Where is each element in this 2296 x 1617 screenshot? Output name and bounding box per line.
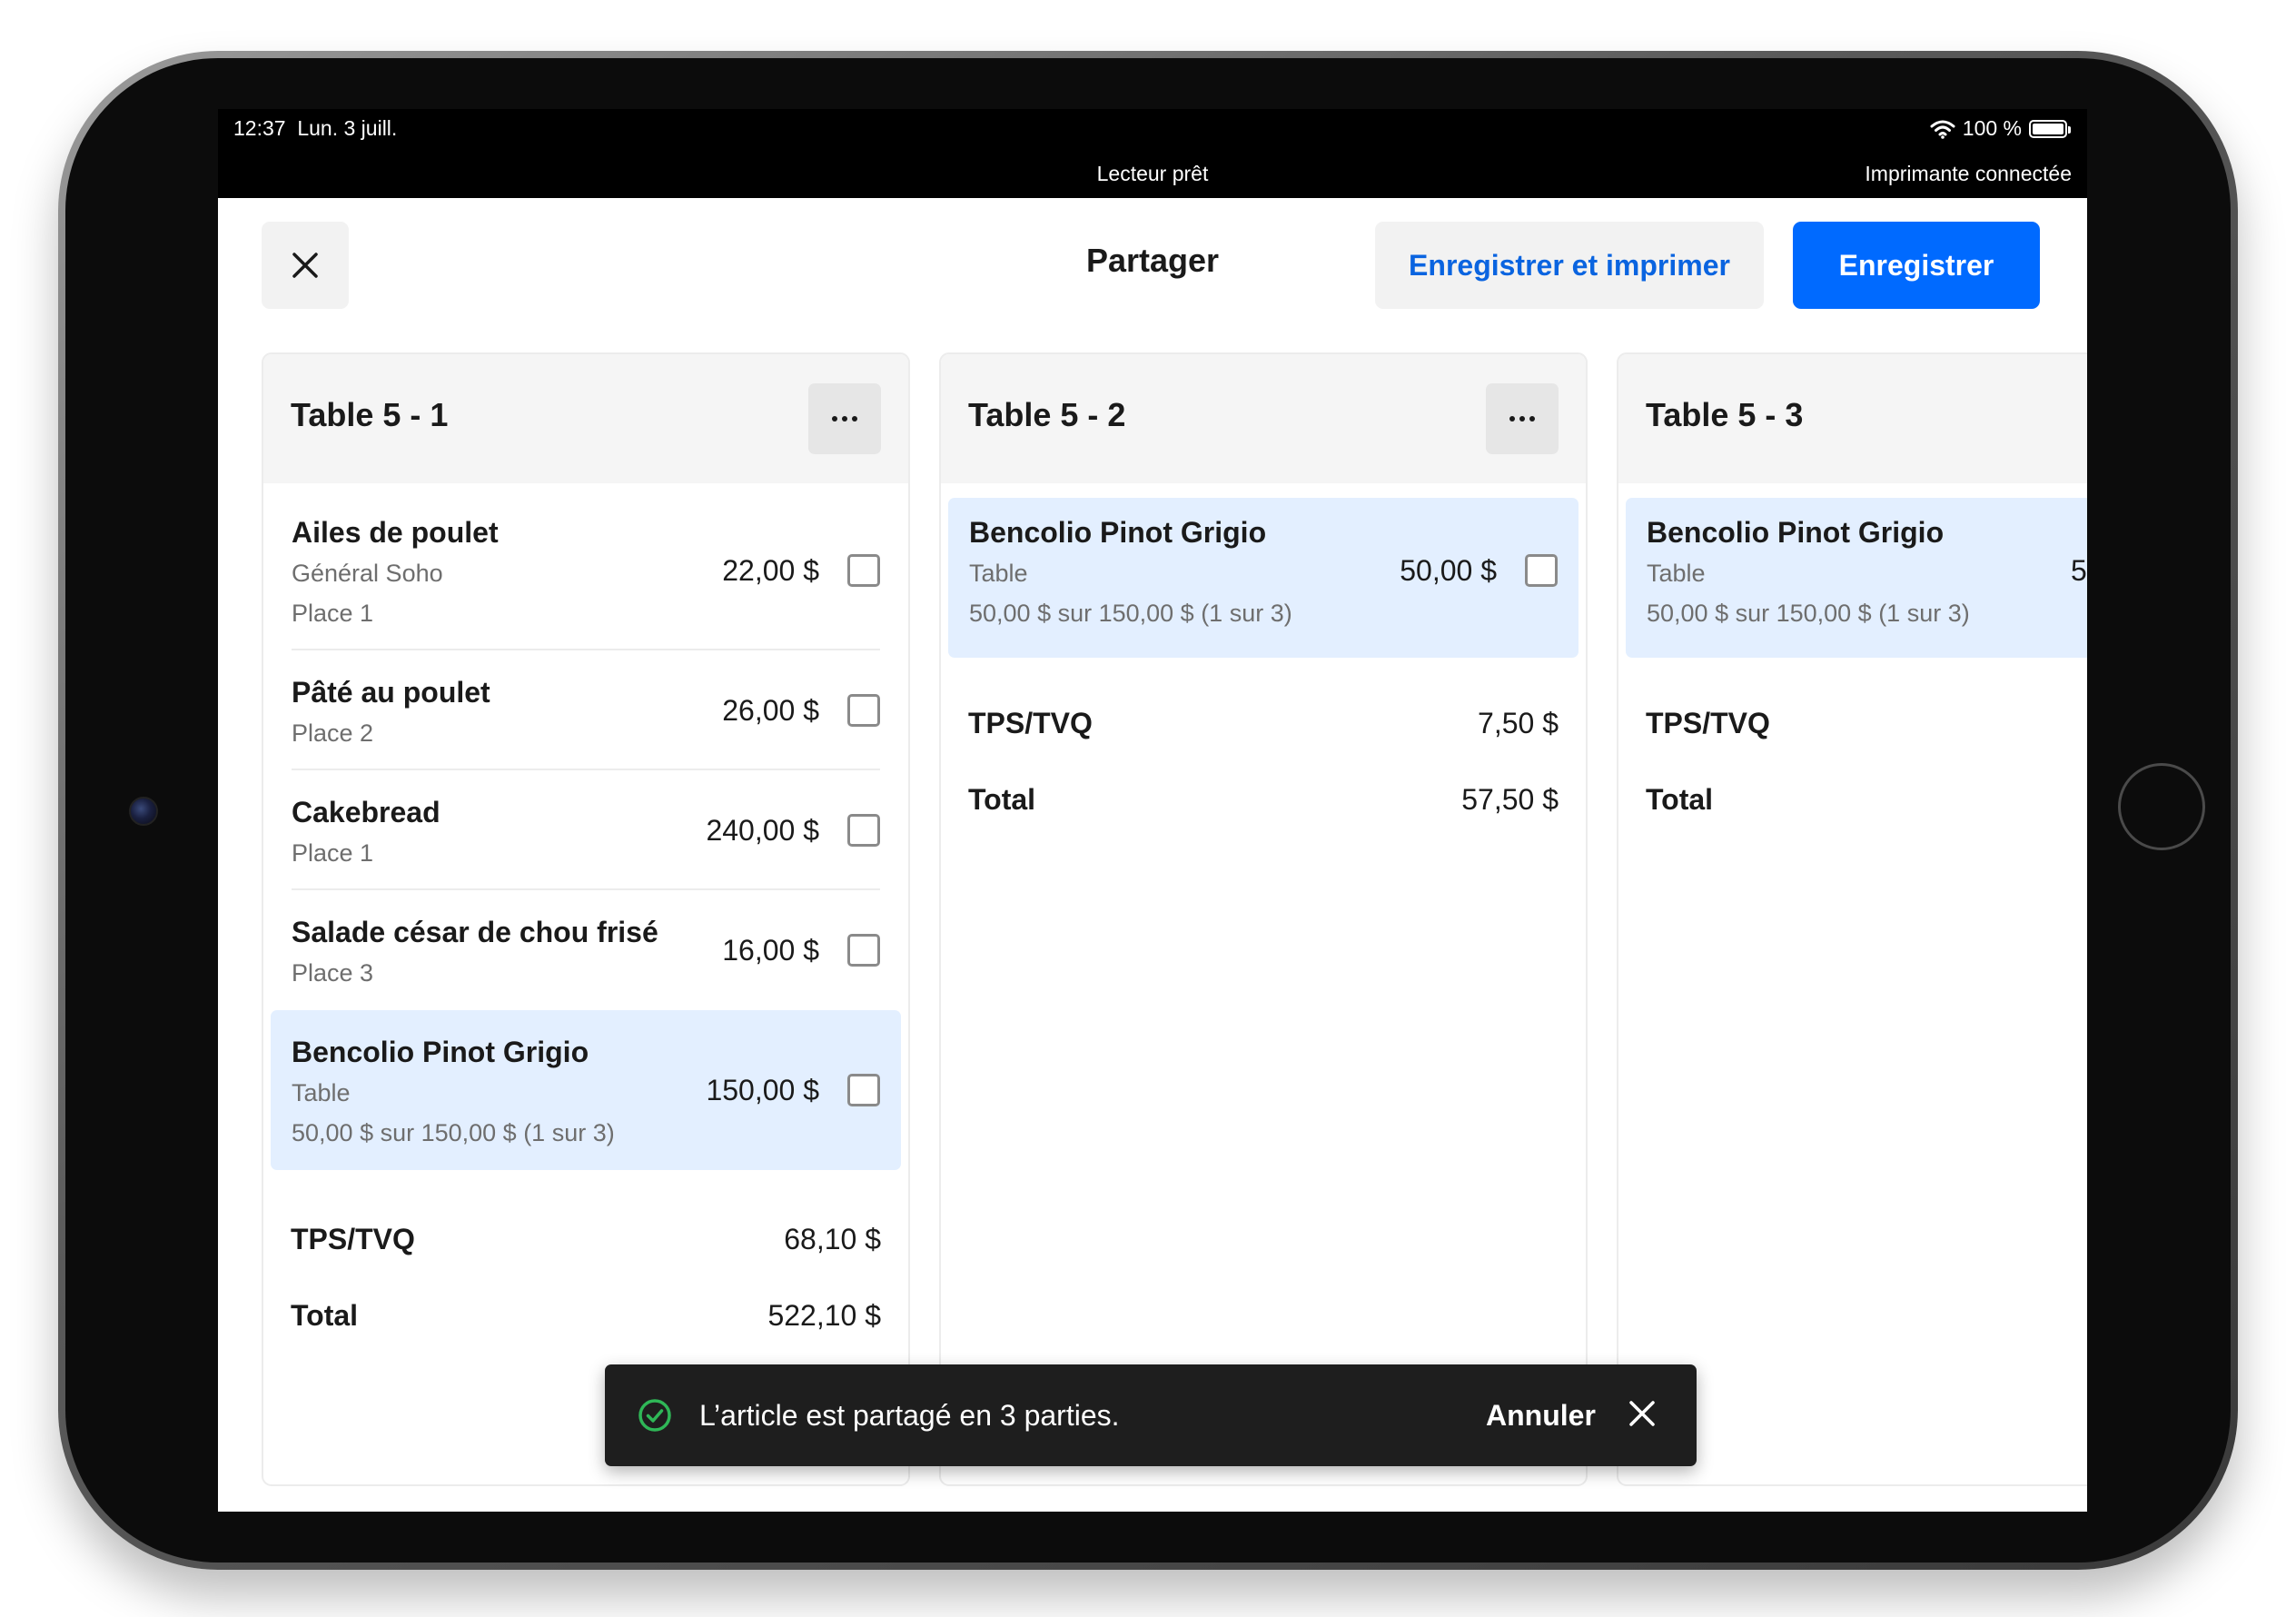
status-clock: 12:37	[233, 116, 286, 140]
wifi-icon	[1930, 120, 1955, 139]
tax-value: 7,50 $	[1478, 707, 1559, 739]
undo-button[interactable]: Annuler	[1486, 1399, 1596, 1433]
item-price: 16,00 $	[722, 934, 819, 967]
item-split-detail: 50,00 $ sur 150,00 $ (1 sur 3)	[292, 1119, 615, 1146]
check-circle-icon	[638, 1399, 671, 1432]
total-value: 57,50 $	[1461, 783, 1559, 816]
item-price: 240,00 $	[706, 814, 819, 847]
more-horizontal-icon	[852, 416, 857, 422]
status-right: 100 %	[1930, 116, 2071, 141]
item-name: Ailes de poulet	[292, 516, 499, 549]
printer-status: Imprimante connectée	[1865, 162, 2072, 185]
more-horizontal-icon	[832, 416, 837, 422]
battery-percent: 100 %	[1962, 116, 2022, 140]
more-horizontal-icon	[1519, 416, 1525, 422]
screen: 12:37 Lun. 3 juill. 100 % Lecteur prêt I…	[218, 109, 2087, 1512]
total-label: Total	[291, 1299, 359, 1332]
column-header: Table 5 - 1	[263, 354, 908, 483]
list-item[interactable]: Ailes de poulet Général Soho Place 1 22,…	[271, 491, 901, 650]
item-price: 50,00 $	[1400, 554, 1497, 587]
column-header: Table 5 - 3	[1618, 354, 2087, 483]
item-name: Cakebread	[292, 796, 440, 828]
total-value: 522,10 $	[767, 1299, 881, 1332]
item-split-detail: 50,00 $ sur 150,00 $ (1 sur 3)	[1647, 600, 1970, 627]
tax-label: TPS/TVQ	[291, 1223, 415, 1255]
item-seat: Place 1	[292, 839, 374, 867]
more-horizontal-icon	[1529, 416, 1535, 422]
split-column-table-5-2: Table 5 - 2 Bencolio Pinot Grigio Table …	[939, 352, 1588, 1486]
item-seat: Table	[969, 560, 1028, 587]
more-options-button[interactable]	[1486, 383, 1559, 454]
item-price: 26,00 $	[722, 694, 819, 727]
item-price: 22,00 $	[722, 554, 819, 587]
front-camera	[129, 797, 158, 826]
column-header: Table 5 - 2	[941, 354, 1586, 483]
item-name: Pâté au poulet	[292, 676, 490, 709]
item-name: Bencolio Pinot Grigio	[1647, 516, 1945, 549]
item-seat: Place 1	[292, 600, 374, 627]
tax-label: TPS/TVQ	[1646, 707, 1770, 739]
battery-level	[2033, 123, 2063, 134]
list-item-selected[interactable]: Bencolio Pinot Grigio Table 50,00 $ sur …	[271, 1010, 901, 1170]
total-label: Total	[968, 783, 1036, 816]
item-checkbox[interactable]	[847, 1074, 880, 1106]
column-title: Table 5 - 1	[291, 396, 449, 433]
list-item-selected[interactable]: Bencolio Pinot Grigio Table 50,00 $ sur …	[948, 498, 1578, 658]
item-seat: Place 2	[292, 719, 374, 747]
reader-status: Lecteur prêt	[1096, 162, 1209, 185]
item-checkbox[interactable]	[847, 554, 880, 587]
save-and-print-button[interactable]: Enregistrer et imprimer	[1375, 222, 1764, 309]
item-checkbox[interactable]	[847, 934, 880, 967]
list-item-selected[interactable]: Bencolio Pinot Grigio Table 50,00 $ sur …	[1626, 498, 2087, 658]
item-price: 150,00 $	[706, 1074, 819, 1106]
item-split-detail: 50,00 $ sur 150,00 $ (1 sur 3)	[969, 600, 1292, 627]
list-item[interactable]: Cakebread Place 1 240,00 $	[271, 770, 901, 890]
split-column-table-5-3: Table 5 - 3 Bencolio Pinot Grigio Table …	[1617, 352, 2087, 1486]
item-name: Bencolio Pinot Grigio	[969, 516, 1267, 549]
close-icon	[1629, 1401, 1655, 1426]
tax-value: 68,10 $	[784, 1223, 881, 1255]
item-modifier: Général Soho	[292, 560, 443, 587]
tax-label: TPS/TVQ	[968, 707, 1093, 739]
total-label: Total	[1646, 783, 1714, 816]
list-item[interactable]: Pâté au poulet Place 2 26,00 $	[271, 650, 901, 770]
column-title: Table 5 - 3	[1646, 396, 1804, 433]
item-seat: Table	[1647, 560, 1706, 587]
toast-message: L’article est partagé en 3 parties.	[699, 1399, 1120, 1432]
toast-notification: L’article est partagé en 3 parties. Annu…	[605, 1364, 1697, 1466]
column-title: Table 5 - 2	[968, 396, 1126, 433]
split-column-table-5-1: Table 5 - 1 Ailes de poulet Général Soho…	[262, 352, 910, 1486]
status-bar: 12:37 Lun. 3 juill. 100 % Lecteur prêt I…	[218, 109, 2087, 198]
item-price: 5	[2071, 554, 2087, 587]
item-seat: Place 3	[292, 959, 374, 987]
item-name: Bencolio Pinot Grigio	[292, 1036, 589, 1068]
item-name: Salade césar de chou frisé	[292, 916, 658, 948]
save-button[interactable]: Enregistrer	[1793, 222, 2040, 309]
more-horizontal-icon	[842, 416, 847, 422]
list-item[interactable]: Salade césar de chou frisé Place 3 16,00…	[271, 890, 901, 1010]
item-checkbox[interactable]	[847, 694, 880, 727]
home-button[interactable]	[2118, 763, 2205, 850]
status-date: Lun. 3 juill.	[297, 116, 398, 140]
item-checkbox[interactable]	[1525, 554, 1558, 587]
item-checkbox[interactable]	[847, 814, 880, 847]
item-seat: Table	[292, 1079, 351, 1106]
more-options-button[interactable]	[808, 383, 881, 454]
status-time: 12:37 Lun. 3 juill.	[233, 116, 397, 141]
more-horizontal-icon	[1509, 416, 1515, 422]
battery-icon	[2029, 119, 2071, 138]
toast-close-button[interactable]	[1628, 1399, 1657, 1433]
